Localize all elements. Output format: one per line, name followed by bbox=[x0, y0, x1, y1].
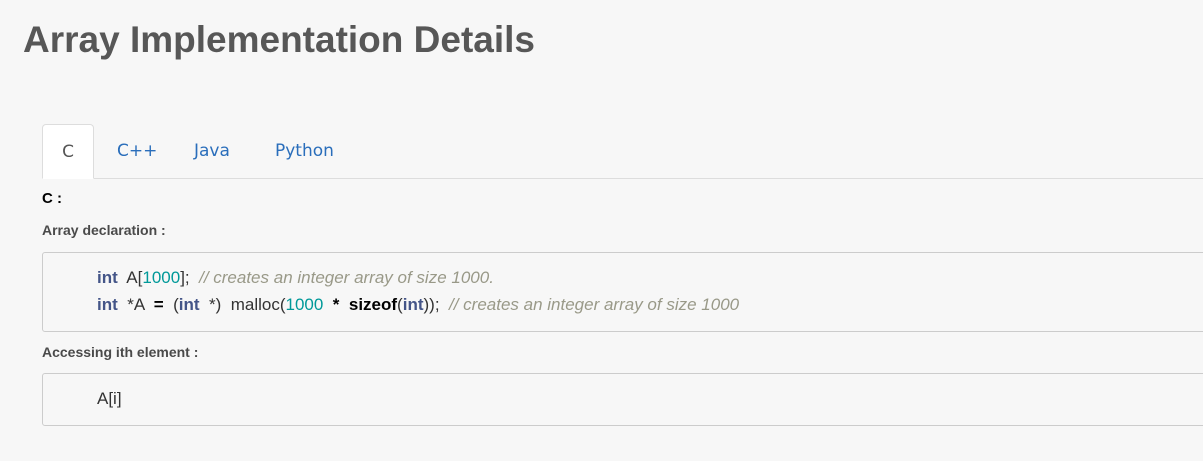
code-text: )); bbox=[423, 295, 449, 314]
access-label: Accessing ith element : bbox=[42, 344, 199, 360]
code-keyword: int bbox=[402, 295, 424, 314]
page-title: Array Implementation Details bbox=[23, 19, 535, 60]
code-text: A[ bbox=[117, 268, 143, 287]
language-heading: C : bbox=[42, 190, 62, 207]
access-code-block: A[i] bbox=[42, 373, 1203, 426]
code-keyword: int bbox=[178, 295, 200, 314]
code-comment: // creates an integer array of size 1000 bbox=[449, 295, 740, 314]
code-line-access: A[i] bbox=[97, 389, 122, 408]
code-text: *A bbox=[117, 295, 154, 314]
tab-python[interactable]: Python bbox=[275, 124, 334, 178]
code-number: 1000 bbox=[142, 268, 181, 287]
code-line-2: int *A = (int *) malloc(1000 * sizeof(in… bbox=[97, 293, 739, 317]
code-function: sizeof bbox=[348, 295, 398, 314]
code-line-1: int A[1000]; // creates an integer array… bbox=[97, 266, 494, 290]
tab-c[interactable]: C bbox=[42, 124, 94, 179]
code-text: ]; bbox=[180, 268, 200, 287]
tab-cpp[interactable]: C++ bbox=[117, 124, 157, 178]
code-number: 1000 bbox=[285, 295, 324, 314]
code-keyword: int bbox=[97, 295, 118, 314]
language-tab-bar: C C++ Java Python bbox=[42, 124, 1203, 179]
declaration-code-block: int A[1000]; // creates an integer array… bbox=[42, 252, 1203, 332]
code-keyword: int bbox=[97, 268, 118, 287]
code-operator: = bbox=[153, 295, 164, 314]
tab-java[interactable]: Java bbox=[194, 124, 230, 178]
code-text: *) malloc( bbox=[199, 295, 286, 314]
code-comment: // creates an integer array of size 1000… bbox=[199, 268, 494, 287]
code-text: ( bbox=[163, 295, 179, 314]
declaration-label: Array declaration : bbox=[42, 222, 166, 238]
